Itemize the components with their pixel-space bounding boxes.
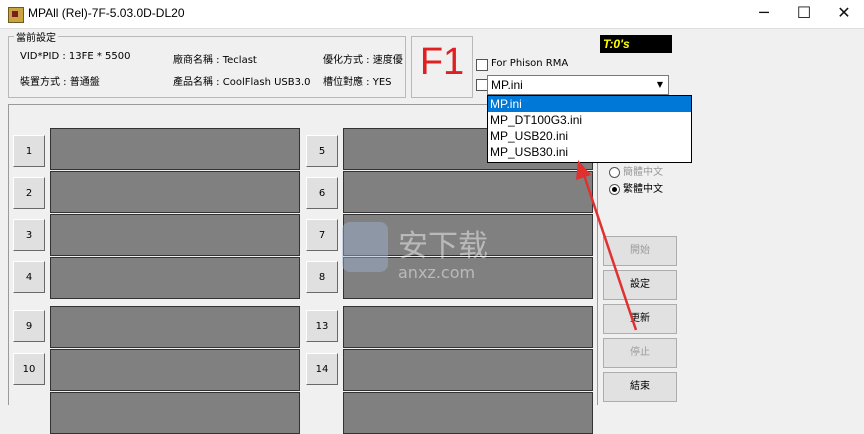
stop-button[interactable]: 停止 <box>603 338 677 368</box>
port-slot <box>50 349 300 391</box>
window-title: MPAll (Rel)-7F-5.03.0D-DL20 <box>28 6 185 20</box>
port-slot <box>343 392 593 434</box>
f1-panel: F1 <box>411 36 473 98</box>
port-button[interactable]: 9 <box>13 310 45 342</box>
port-button[interactable]: 3 <box>13 219 45 251</box>
simplified-radio[interactable]: 簡體中文 <box>609 163 663 178</box>
port-slot <box>50 257 300 299</box>
optimize-text: 優化方式 : 速度優 <box>323 55 403 66</box>
settings-button[interactable]: 設定 <box>603 270 677 300</box>
port-button[interactable]: 13 <box>306 310 338 342</box>
f1-label: F1 <box>419 41 465 83</box>
port-slot <box>50 128 300 170</box>
port-button[interactable]: 2 <box>13 177 45 209</box>
symmetry-text: 槽位對應 : YES <box>323 77 392 88</box>
watermark-sub: anxz.com <box>398 263 475 282</box>
title-bar: MPAll (Rel)-7F-5.03.0D-DL20 ─ ☐ ✕ <box>0 0 864 29</box>
port-button[interactable]: 7 <box>306 219 338 251</box>
port-slot <box>343 171 593 213</box>
refresh-button[interactable]: 更新 <box>603 304 677 334</box>
port-slot <box>50 214 300 256</box>
start-button[interactable]: 開始 <box>603 236 677 266</box>
dropdown-option[interactable]: MP_USB30.ini <box>488 144 691 160</box>
traditional-label: 繁體中文 <box>623 184 663 195</box>
dropdown-option[interactable]: MP.ini <box>488 96 691 112</box>
mode-text: 裝置方式 : 普通盤 <box>20 77 100 88</box>
radio-on <box>609 183 620 195</box>
port-button[interactable]: 6 <box>306 177 338 209</box>
ini-select-value: MP.ini <box>491 78 523 92</box>
vid-pid-text: VID*PID : 13FE * 5500 <box>20 51 131 62</box>
minimize-button[interactable]: ─ <box>744 0 784 28</box>
maximize-button[interactable]: ☐ <box>784 0 824 28</box>
watermark-text: 安下载 <box>398 229 488 264</box>
ini-dropdown-list: MP.ini MP_DT100G3.ini MP_USB20.ini MP_US… <box>487 95 692 163</box>
port-button[interactable]: 1 <box>13 135 45 167</box>
watermark-logo: 安下载 anxz.com <box>342 222 488 282</box>
phison-rma-checkbox[interactable] <box>476 59 488 71</box>
ini-select[interactable]: MP.ini ▼ <box>487 75 669 95</box>
chevron-down-icon[interactable]: ▼ <box>652 76 668 94</box>
port-button[interactable]: 14 <box>306 353 338 385</box>
port-slot <box>50 171 300 213</box>
watermark-shield-icon <box>342 222 388 272</box>
app-icon <box>8 7 24 23</box>
vendor-text: 廠商名稱 : Teclast <box>173 55 257 66</box>
port-button[interactable]: 8 <box>306 261 338 293</box>
timer-display: T:0's <box>600 35 672 53</box>
port-button[interactable]: 4 <box>13 261 45 293</box>
port-slot <box>343 306 593 348</box>
port-slot <box>50 392 300 434</box>
port-slot <box>343 349 593 391</box>
close-button[interactable]: ✕ <box>824 0 864 28</box>
product-text: 產品名稱 : CoolFlash USB3.0 <box>173 77 311 88</box>
dropdown-option[interactable]: MP_USB20.ini <box>488 128 691 144</box>
port-button[interactable]: 5 <box>306 135 338 167</box>
traditional-radio[interactable]: 繁體中文 <box>609 180 663 195</box>
simplified-label: 簡體中文 <box>623 167 663 178</box>
port-button[interactable]: 10 <box>13 353 45 385</box>
current-settings-label: 當前設定 <box>14 29 58 44</box>
exit-button[interactable]: 結束 <box>603 372 677 402</box>
dropdown-option[interactable]: MP_DT100G3.ini <box>488 112 691 128</box>
phison-rma-label: For Phison RMA <box>491 58 569 69</box>
port-slot <box>50 306 300 348</box>
radio-off <box>609 166 620 178</box>
current-settings-group <box>8 36 406 98</box>
